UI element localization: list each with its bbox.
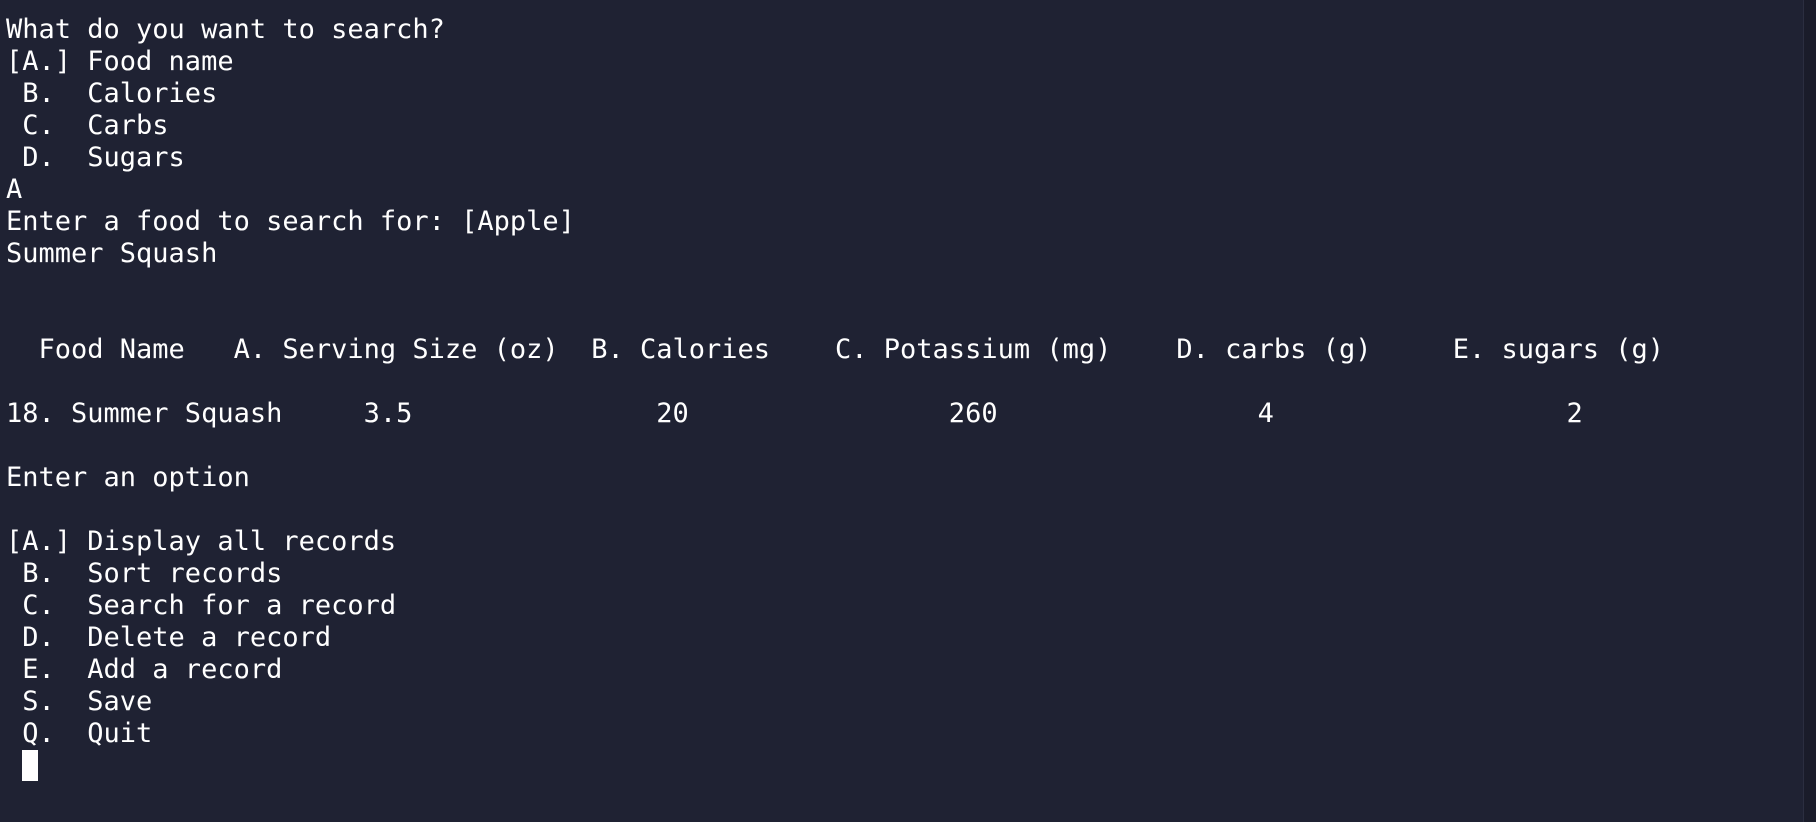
menu-item-save: S. Save [6, 686, 153, 717]
menu-item-add: E. Add a record [6, 654, 283, 685]
user-input-food: Summer Squash [6, 238, 218, 269]
option-prompt: Enter an option [6, 462, 250, 493]
search-question: What do you want to search? [6, 14, 445, 45]
search-option-calories: B. Calories [6, 78, 218, 109]
table-header: Food Name A. Serving Size (oz) B. Calori… [6, 334, 1665, 365]
menu-item-sort: B. Sort records [6, 558, 283, 589]
food-search-prompt: Enter a food to search for: [Apple] [6, 206, 575, 237]
table-row: 18. Summer Squash 3.5 20 260 4 2 [6, 398, 1583, 429]
text-cursor [22, 750, 38, 781]
menu-item-display-all: [A.] Display all records [6, 526, 397, 557]
menu-item-quit: Q. Quit [6, 718, 153, 749]
menu-item-delete: D. Delete a record [6, 622, 332, 653]
input-line[interactable] [6, 750, 1816, 782]
search-option-food-name: [A.] Food name [6, 46, 234, 77]
user-input-choice: A [6, 174, 23, 205]
search-option-sugars: D. Sugars [6, 142, 185, 173]
search-option-carbs: C. Carbs [6, 110, 169, 141]
menu-item-search: C. Search for a record [6, 590, 397, 621]
terminal-window[interactable]: What do you want to search? [A.] Food na… [0, 0, 1816, 822]
scrollbar[interactable] [1803, 0, 1816, 822]
